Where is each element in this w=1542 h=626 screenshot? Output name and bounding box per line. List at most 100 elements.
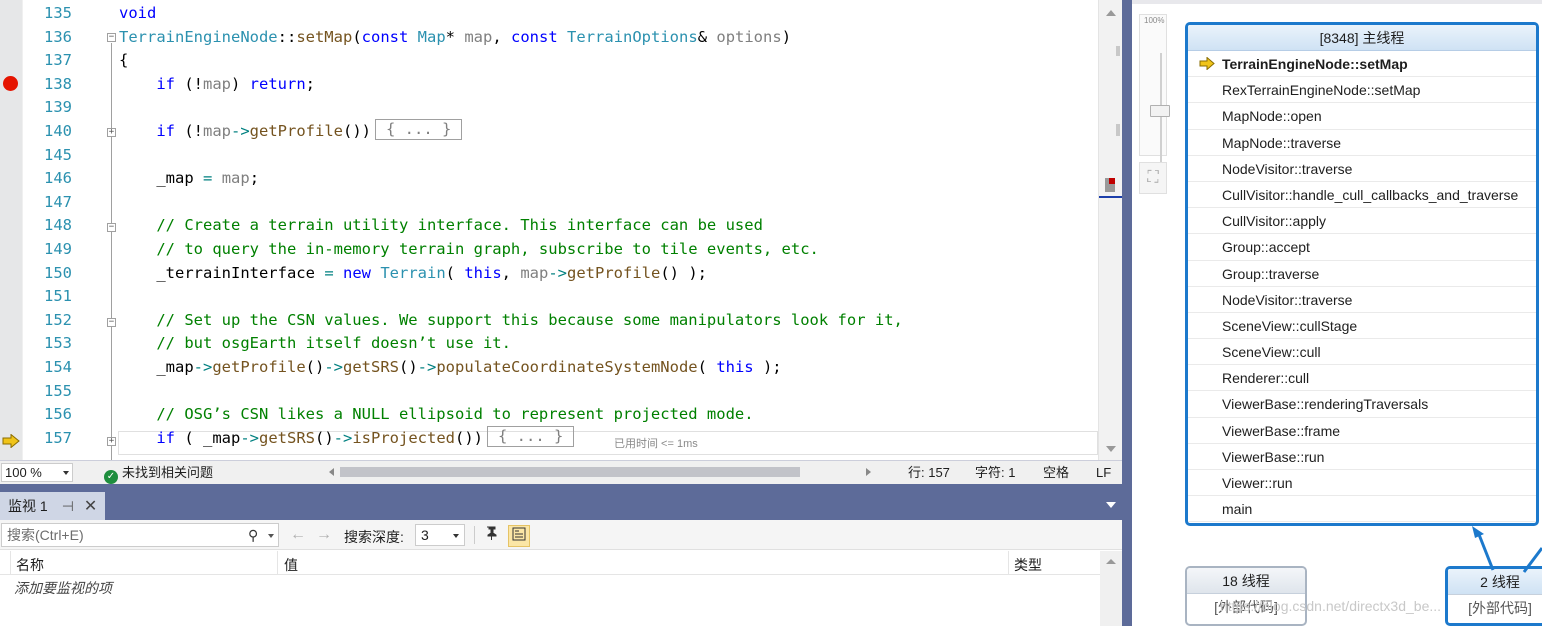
watch-search-input[interactable] <box>2 524 232 546</box>
parallel-stacks-panel: 100% ⛶ [8348] 主线程 TerrainEngineNode::set… <box>1132 0 1542 626</box>
scroll-up-arrow[interactable] <box>1106 559 1116 564</box>
line-number: 145 <box>44 145 72 164</box>
code-line[interactable]: // but osgEarth itself doesn’t use it. <box>119 331 511 355</box>
stack-frame[interactable]: Renderer::cull <box>1188 365 1536 392</box>
line-number: 140 <box>44 122 72 140</box>
line-number: 151 <box>44 287 72 306</box>
column-name-header[interactable]: 名称 <box>16 555 44 575</box>
stack-frame[interactable]: ViewerBase::renderingTraversals <box>1188 391 1536 418</box>
stack-frame[interactable]: Group::traverse <box>1188 261 1536 287</box>
external-code-frame[interactable]: [外部代码] <box>1448 595 1542 621</box>
close-icon[interactable]: ✕ <box>84 498 97 515</box>
line-number: 154 <box>44 358 72 376</box>
whitespace-indicator[interactable]: 空格 <box>1043 465 1069 481</box>
scroll-marker <box>1116 46 1120 56</box>
stack-frame[interactable]: Group::accept <box>1188 234 1536 261</box>
watch-toolbar: ⚲ ← → 搜索深度: 3 <box>0 520 1122 550</box>
code-line[interactable]: { <box>119 48 128 72</box>
scroll-up-arrow[interactable] <box>1106 10 1116 16</box>
code-line[interactable]: TerrainEngineNode::setMap(const Map* map… <box>119 25 791 49</box>
code-line[interactable]: if (!map->getProfile()){ ... } <box>119 119 463 143</box>
code-line[interactable]: // Set up the CSN values. We support thi… <box>119 308 903 332</box>
editor-horizontal-scrollbar[interactable] <box>328 466 873 478</box>
stack-frame[interactable]: CullVisitor::handle_cull_callbacks_and_t… <box>1188 182 1536 209</box>
pin-icon[interactable]: ⊣ <box>62 498 74 514</box>
stack-frame[interactable]: Viewer::run <box>1188 470 1536 497</box>
line-number: 156 <box>44 405 72 424</box>
column-resize-handle[interactable] <box>277 551 278 575</box>
stack-frame[interactable]: RexTerrainEngineNode::setMap <box>1188 77 1536 104</box>
stack-frame[interactable]: SceneView::cull <box>1188 339 1536 366</box>
fold-toggle-140[interactable]: + <box>107 128 116 137</box>
code-editor[interactable]: 135 void 136 TerrainEngineNode::setMap(cons… <box>0 0 1122 460</box>
line-ending-indicator[interactable]: LF <box>1096 465 1111 481</box>
stack-frame[interactable]: main <box>1188 496 1536 523</box>
code-line[interactable]: if ( _map->getSRS()->isProjected()){ ...… <box>119 425 575 450</box>
breakpoint-icon[interactable] <box>3 76 18 91</box>
zoom-slider-thumb[interactable] <box>1150 105 1170 117</box>
scroll-thumb[interactable] <box>1105 178 1115 192</box>
code-line[interactable]: // Create a terrain utility interface. T… <box>119 213 763 237</box>
line-number: 138 <box>44 74 72 93</box>
zoom-dropdown[interactable]: 100 % <box>1 463 73 482</box>
stack-frame-label: CullVisitor::handle_cull_callbacks_and_t… <box>1222 186 1519 203</box>
horizontal-scroll-thumb[interactable] <box>340 467 800 477</box>
scroll-right-arrow[interactable] <box>866 468 871 476</box>
stack-frame[interactable]: MapNode::open <box>1188 103 1536 130</box>
code-line[interactable]: _map = map; <box>119 166 259 190</box>
zoom-to-fit-icon[interactable]: ⛶ <box>1139 162 1167 194</box>
code-line[interactable]: // OSG’s CSN likes a NULL ellipsoid to r… <box>119 402 753 426</box>
watch-vertical-scrollbar[interactable] <box>1100 551 1122 626</box>
watch-search-box[interactable]: ⚲ <box>1 523 279 547</box>
search-depth-dropdown[interactable]: 3 <box>415 524 465 546</box>
line-indicator[interactable]: 行: 157 <box>908 465 950 481</box>
fold-toggle-136[interactable]: − <box>107 33 116 42</box>
stack-frame[interactable]: TerrainEngineNode::setMap <box>1188 51 1536 78</box>
search-icon[interactable]: ⚲ <box>248 527 258 544</box>
stack-frame[interactable]: ViewerBase::frame <box>1188 418 1536 444</box>
add-watch-item[interactable]: 添加要监视的项 <box>14 578 112 598</box>
main-thread-stack[interactable]: [8348] 主线程 TerrainEngineNode::setMap RexT… <box>1185 22 1539 526</box>
stack-frame[interactable]: MapNode::traverse <box>1188 130 1536 156</box>
zoom-percent-label: 100% <box>1144 16 1165 25</box>
elapsed-time-hint: 已用时间 <= 1ms <box>614 438 698 450</box>
stack-frame[interactable]: NodeVisitor::traverse <box>1188 287 1536 313</box>
stack-frame[interactable]: NodeVisitor::traverse <box>1188 156 1536 182</box>
watch-panel: 监视 1 ⊣ ✕ ⚲ ← → 搜索深度: 3 名称 值 类型 添加要监视的项 <box>0 484 1122 626</box>
column-indicator[interactable]: 字符: 1 <box>975 465 1015 481</box>
tab-watch-1[interactable]: 监视 1 ⊣ ✕ <box>0 492 106 520</box>
column-value-header[interactable]: 值 <box>284 555 298 575</box>
line-number: 150 <box>44 263 72 282</box>
column-type-header[interactable]: 类型 <box>1014 555 1042 575</box>
code-line[interactable]: _map->getProfile()->getSRS()->populateCo… <box>119 355 781 379</box>
search-back-arrow-icon[interactable]: ← <box>290 526 306 544</box>
issues-indicator[interactable]: ✓ 未找到相关问题 <box>104 465 213 484</box>
code-line[interactable]: if (!map) return; <box>119 72 315 96</box>
fold-toggle-152[interactable]: − <box>107 318 116 327</box>
stack-frame[interactable]: SceneView::cullStage <box>1188 313 1536 340</box>
code-line[interactable]: void <box>119 1 156 25</box>
chevron-down-icon[interactable] <box>268 534 274 538</box>
watch-title-bar: 监视 1 ⊣ ✕ <box>0 484 1122 520</box>
panel-splitter[interactable] <box>1122 0 1132 626</box>
fold-toggle-148[interactable]: − <box>107 223 116 232</box>
instruction-pointer-icon <box>2 434 20 448</box>
column-resize-handle[interactable] <box>1008 551 1009 575</box>
indicator-margin[interactable] <box>0 0 22 460</box>
editor-vertical-scrollbar[interactable] <box>1098 0 1122 460</box>
pin-filter-icon[interactable] <box>481 525 503 547</box>
zoom-slider[interactable] <box>1139 14 1170 165</box>
line-number: 146 <box>44 169 72 188</box>
scroll-down-arrow[interactable] <box>1106 446 1116 452</box>
tab-view-toggle-icon[interactable] <box>508 525 530 547</box>
stack-frame[interactable]: ViewerBase::run <box>1188 444 1536 470</box>
scroll-left-arrow[interactable] <box>329 468 334 476</box>
code-line[interactable]: // to query the in-memory terrain graph,… <box>119 237 819 261</box>
stack-frame[interactable]: CullVisitor::apply <box>1188 208 1536 235</box>
watermark-text: https://blog.csdn.net/directx3d_be... <box>1220 598 1442 614</box>
search-forward-arrow-icon[interactable]: → <box>316 526 332 544</box>
fold-toggle-157[interactable]: + <box>107 437 116 446</box>
search-depth-value: 3 <box>421 527 429 543</box>
code-line[interactable]: _terrainInterface = new Terrain( this, m… <box>119 261 707 285</box>
panel-menu-chevron-icon[interactable] <box>1106 502 1116 508</box>
